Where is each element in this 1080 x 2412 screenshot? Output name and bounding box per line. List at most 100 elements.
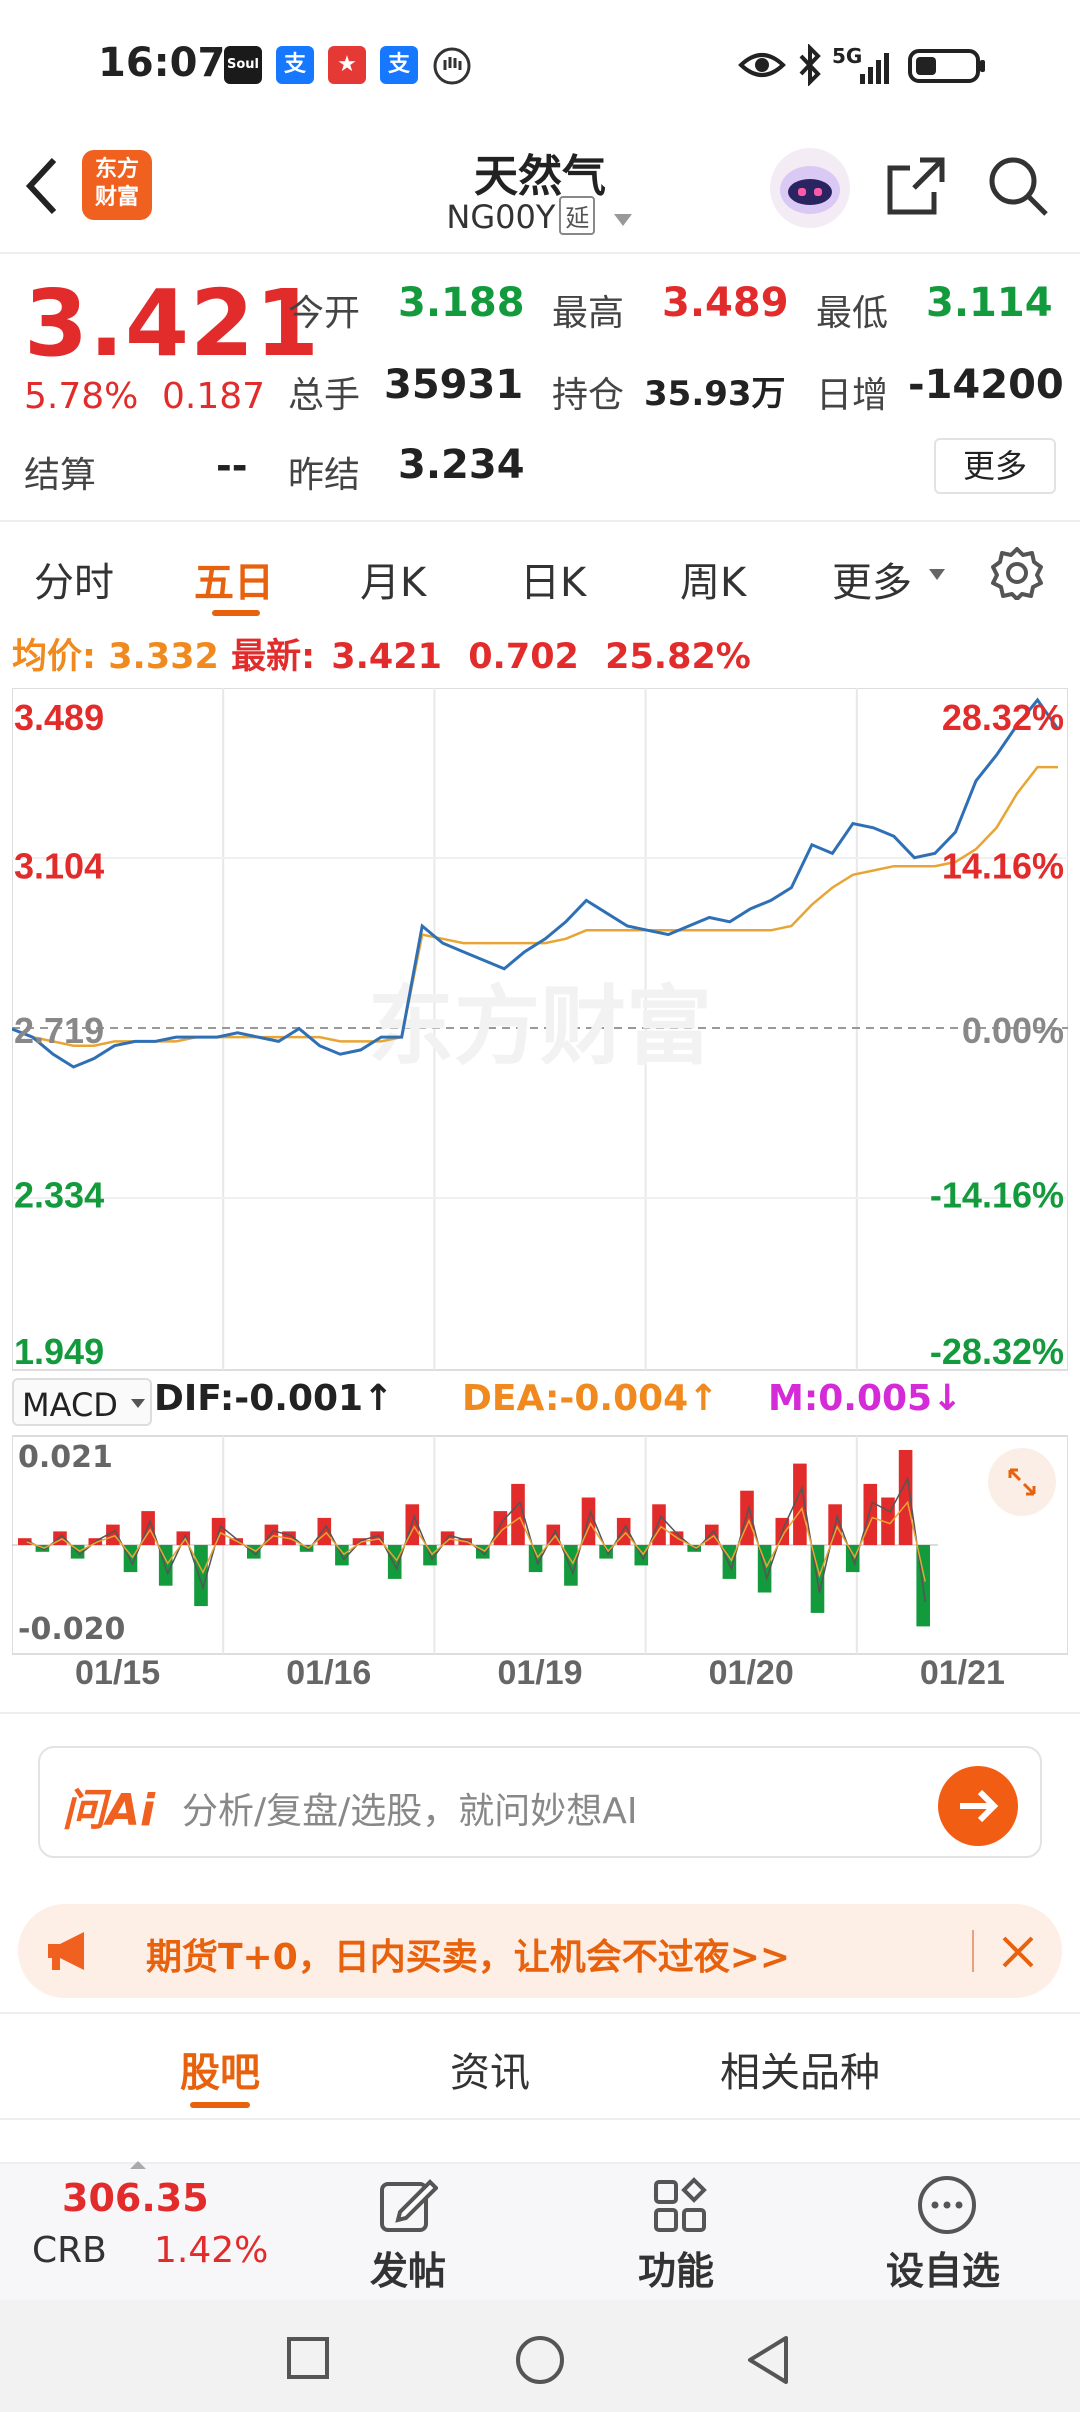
macd-selector[interactable]: MACD — [12, 1378, 152, 1426]
latest-change-percent: 25.82% — [605, 637, 751, 677]
macd-y-bottom: -0.020 — [18, 1612, 126, 1647]
tab-intraday[interactable]: 分时 — [34, 550, 114, 608]
promo-text: 期货T+0，日内买卖，让机会不过夜>> — [146, 1937, 791, 1978]
status-time: 16:07 — [98, 40, 226, 86]
y-axis-left-label: 3.104 — [14, 846, 104, 887]
share-icon[interactable] — [884, 154, 948, 218]
promo-divider — [972, 1930, 974, 1972]
search-icon[interactable] — [986, 154, 1050, 218]
tab-monthly-k[interactable]: 月K — [360, 550, 426, 608]
macd-dif-value: DIF:-0.001 — [154, 1378, 364, 1419]
high-value: 3.489 — [662, 280, 789, 326]
y-axis-right-label: -14.16% — [930, 1175, 1064, 1216]
crb-change: 1.42% — [154, 2230, 269, 2271]
bottom-toolbar: 306.35 CRB 1.42% 发帖 功能 设自选 — [0, 2161, 1080, 2302]
tab-weekly-k[interactable]: 周K — [680, 550, 746, 608]
daily-increase-value: -14200 — [908, 362, 1064, 408]
tab-daily-k[interactable]: 日K — [520, 550, 586, 608]
macd-dif: DIF:-0.001↑ — [154, 1378, 394, 1419]
battery-icon — [908, 49, 985, 83]
alipay-app-icon: 支 — [380, 46, 418, 84]
signal-icon — [860, 53, 889, 84]
y-axis-right-label: 14.16% — [942, 846, 1064, 887]
more-dots-icon — [918, 2176, 976, 2234]
more-quote-button[interactable]: 更多 — [934, 438, 1056, 494]
five-day-chart[interactable]: 东方财富 3.489 28.32% 3.104 14.16% 2.719 0.00% 2.3… — [11, 687, 1069, 1692]
prev-settle-value: 3.234 — [398, 442, 525, 488]
chevron-down-icon — [613, 214, 632, 226]
eye-icon — [738, 53, 786, 77]
expand-chart-button[interactable] — [988, 1448, 1056, 1516]
y-axis-right-label: -28.32% — [930, 1331, 1064, 1372]
crb-up-icon — [130, 2161, 146, 2169]
back-icon[interactable] — [744, 2334, 792, 2386]
volume-value: 35931 — [384, 362, 524, 408]
tab-related[interactable]: 相关品种 — [720, 2040, 880, 2098]
open-label: 今开 — [288, 293, 361, 334]
watermark-text: 东方财富 — [368, 979, 712, 1075]
ai-send-arrow-icon[interactable] — [936, 1764, 1020, 1848]
macd-bar — [863, 1483, 878, 1545]
macd-selector-label: MACD — [22, 1386, 118, 1424]
function-label: 功能 — [638, 2249, 715, 2293]
x-axis-date-label: 01/21 — [920, 1654, 1005, 1688]
change-amount: 0.187 — [162, 376, 266, 417]
system-nav-bar — [0, 2300, 1080, 2412]
tab-news[interactable]: 资讯 — [450, 2040, 530, 2098]
settings-gear-icon[interactable] — [990, 546, 1044, 600]
y-axis-left-label: 3.489 — [14, 697, 104, 738]
dropdown-triangle-icon — [929, 569, 945, 580]
x-axis-date-label: 01/16 — [286, 1654, 371, 1688]
add-watchlist-button[interactable]: 设自选 — [870, 2164, 1020, 2302]
y-axis-left-label: 1.949 — [14, 1331, 104, 1372]
alipay-app-icon: 支 — [276, 46, 314, 84]
latest-label: 最新: — [231, 637, 316, 677]
content-tab-indicator — [190, 2102, 250, 2108]
hand-icon — [433, 47, 471, 85]
change-percent: 5.78% — [24, 376, 139, 417]
post-label: 发帖 — [370, 2249, 447, 2293]
function-button[interactable]: 功能 — [620, 2164, 740, 2302]
x-axis-date-label: 01/20 — [709, 1654, 794, 1688]
bluetooth-icon — [799, 44, 821, 86]
crb-label: CRB — [32, 2230, 107, 2271]
crb-index[interactable]: 306.35 CRB 1.42% — [0, 2161, 270, 2302]
macd-dea: DEA:-0.004↑ — [462, 1378, 719, 1419]
y-axis-right-label: 0.00% — [962, 1010, 1064, 1051]
tab-more[interactable]: 更多 — [832, 550, 912, 608]
settle-value: -- — [216, 444, 248, 488]
network-label: 5G — [832, 44, 863, 68]
chart-canvas[interactable]: 东方财富 3.489 28.32% 3.104 14.16% 2.719 0.00% 2.3… — [11, 687, 1069, 1692]
y-axis-left-label: 2.334 — [14, 1175, 104, 1216]
ai-ask-bar[interactable]: 问Ai 分析/复盘/选股，就问妙想AI — [38, 1746, 1042, 1858]
home-icon[interactable] — [514, 2334, 566, 2386]
recent-apps-icon[interactable] — [286, 2336, 330, 2380]
low-label: 最低 — [816, 293, 889, 334]
active-tab-indicator — [212, 610, 260, 616]
edit-icon — [380, 2179, 438, 2232]
grid-apps-icon — [654, 2177, 707, 2232]
x-axis-date-label: 01/19 — [497, 1654, 582, 1688]
settle-label: 结算 — [24, 455, 97, 496]
prev-settle-label: 昨结 — [288, 455, 361, 496]
post-button[interactable]: 发帖 — [350, 2164, 470, 2302]
tab-five-day[interactable]: 五日 — [194, 550, 274, 608]
last-price: 3.421 — [24, 270, 321, 377]
delay-badge: 延 — [559, 196, 596, 235]
close-icon[interactable] — [998, 1932, 1038, 1972]
y-axis-right-label: 28.32% — [942, 697, 1064, 738]
macd-m: M:0.005↓ — [768, 1378, 963, 1419]
period-tabs: 分时 五日 月K 日K 周K 更多 — [0, 520, 1080, 620]
macd-bar — [652, 1504, 666, 1545]
contract-code-text: NG00Y — [446, 198, 556, 236]
low-value: 3.114 — [926, 280, 1053, 326]
status-bar: 16:07 Soul 支 ★ 支 5G — [0, 0, 1080, 130]
position-label: 持仓 — [552, 375, 625, 416]
x-axis-date-label: 01/15 — [75, 1654, 160, 1688]
tab-forum[interactable]: 股吧 — [180, 2040, 260, 2098]
macd-y-top: 0.021 — [18, 1440, 113, 1475]
crb-value: 306.35 — [62, 2176, 209, 2220]
quote-panel: 3.421 5.78% 0.187 今开 3.188 最高 3.489 最低 3… — [0, 252, 1080, 514]
promo-banner[interactable]: 期货T+0，日内买卖，让机会不过夜>> — [18, 1904, 1062, 1998]
robot-assistant-icon[interactable] — [768, 146, 852, 230]
